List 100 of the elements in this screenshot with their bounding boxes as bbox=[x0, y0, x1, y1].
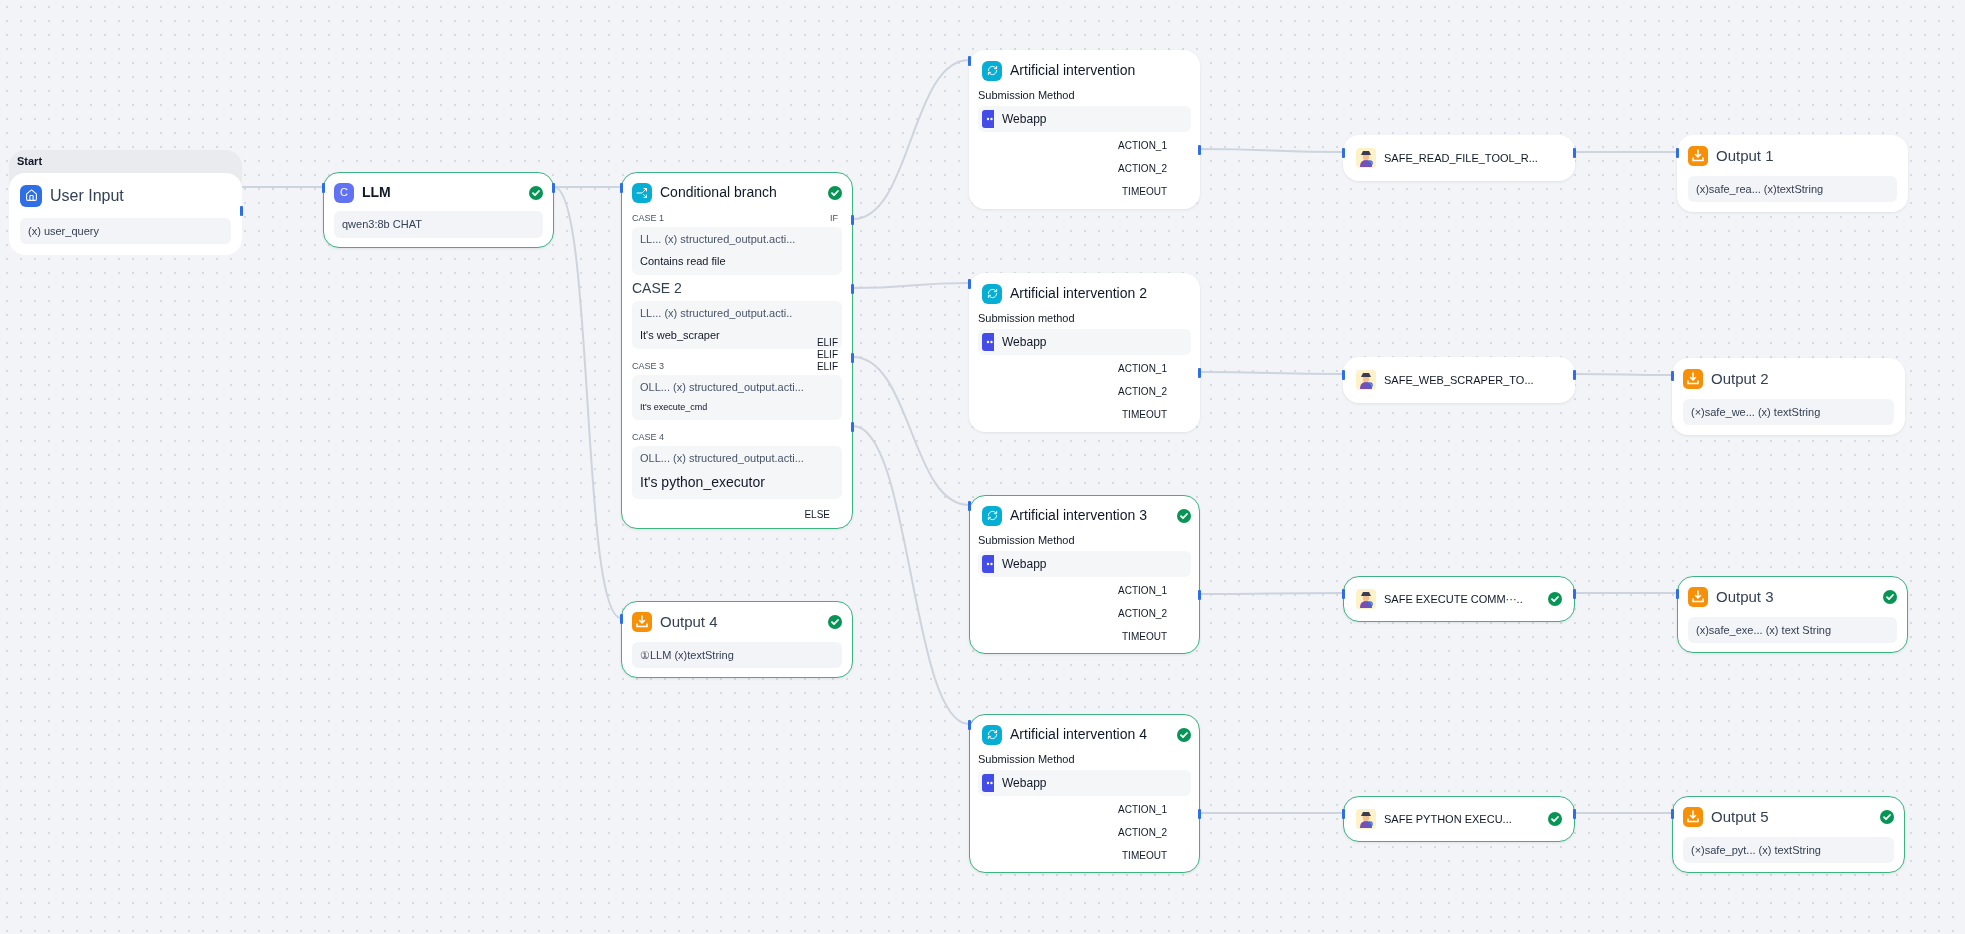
connection-handle[interactable] bbox=[1198, 809, 1201, 819]
connection-handle[interactable] bbox=[1342, 809, 1345, 819]
node-title: Output 4 bbox=[660, 612, 719, 632]
robot-icon bbox=[982, 332, 994, 351]
connection-handle[interactable] bbox=[1198, 368, 1201, 378]
connection-handle[interactable] bbox=[1342, 370, 1345, 380]
output-icon bbox=[1683, 807, 1703, 828]
workflow-node[interactable]: User Input (x) user_query bbox=[9, 172, 242, 255]
branch-label: ELIF bbox=[816, 349, 838, 361]
method-label: Submission Method bbox=[978, 533, 1076, 548]
case-label: CASE 3 bbox=[632, 359, 664, 373]
action-label: ACTION_2 bbox=[1118, 825, 1167, 840]
connection-handle[interactable] bbox=[851, 284, 854, 294]
connection-handle[interactable] bbox=[322, 183, 325, 193]
connection-handle[interactable] bbox=[851, 215, 854, 225]
connection-handle[interactable] bbox=[620, 614, 623, 624]
workflow-node[interactable]: Output 3 (x)safe_exe... (x) text String bbox=[1677, 576, 1908, 653]
workflow-node[interactable]: SAFE_READ_FILE_TOOL_R... bbox=[1343, 135, 1575, 181]
method-label: Submission method bbox=[978, 311, 1076, 326]
check-icon bbox=[1177, 727, 1191, 742]
node-title: Output 5 bbox=[1711, 807, 1770, 827]
connection-handle[interactable] bbox=[240, 205, 243, 216]
robot-icon bbox=[982, 554, 994, 573]
connection-handle[interactable] bbox=[1573, 148, 1576, 158]
workflow-node[interactable]: Output 1 (x)safe_rea... (x)textString bbox=[1677, 135, 1908, 212]
workflow-node[interactable]: C LLM qwen3:8b CHAT bbox=[323, 172, 554, 248]
workflow-node[interactable]: Output 5 (×)safe_pyt... (x) textString bbox=[1672, 796, 1905, 873]
check-icon bbox=[1177, 508, 1191, 523]
node-title: Output 2 bbox=[1711, 369, 1770, 389]
workflow-node[interactable]: SAFE PYTHON EXECU... bbox=[1343, 796, 1575, 842]
check-icon bbox=[1883, 590, 1897, 605]
condition-value: Contains read file bbox=[640, 253, 726, 269]
connection-handle[interactable] bbox=[1573, 809, 1576, 819]
node-title: Conditional branch bbox=[660, 183, 778, 202]
condition-variable: LL... (x) structured_output.acti.. bbox=[640, 306, 793, 321]
node-title: SAFE_READ_FILE_TOOL_R... bbox=[1384, 150, 1539, 166]
workflow-node[interactable]: SAFE EXECUTE COMM···.. bbox=[1343, 576, 1575, 622]
robot-icon bbox=[982, 109, 994, 128]
workflow-node[interactable]: Artificial intervention Submission Method Webapp ACTION_1 ACTION_2 TIMEOUT bbox=[969, 50, 1200, 209]
workflow-node[interactable]: Output 4 ①LLM (x)textString bbox=[621, 601, 853, 678]
connection-handle[interactable] bbox=[620, 183, 623, 193]
connection-handle[interactable] bbox=[968, 720, 971, 730]
workflow-node[interactable]: Output 2 (×)safe_we... (x) textString bbox=[1672, 358, 1905, 435]
check-icon bbox=[1548, 812, 1562, 826]
agent-icon bbox=[1356, 589, 1376, 609]
connection-handle[interactable] bbox=[1198, 145, 1201, 155]
node-title: User Input bbox=[50, 185, 124, 206]
method-value: Webapp bbox=[1002, 774, 1047, 792]
branch-label: IF bbox=[830, 211, 839, 225]
node-title: SAFE_WEB_SCRAPER_TO... bbox=[1384, 372, 1535, 388]
variable-field: qwen3:8b CHAT bbox=[334, 211, 543, 238]
workflow-node[interactable]: Artificial intervention 2 Submission method Webapp ACTION_1 ACTION_2 TIMEOUT bbox=[969, 273, 1200, 432]
connection-handle[interactable] bbox=[851, 353, 854, 363]
workflow-node[interactable]: Artificial intervention 3 Submission Method Webapp ACTION_1 ACTION_2 TIMEOUT bbox=[969, 495, 1200, 654]
home-icon bbox=[20, 184, 42, 207]
action-label: ACTION_1 bbox=[1118, 138, 1167, 153]
connection-handle[interactable] bbox=[968, 56, 971, 66]
connection-handle[interactable] bbox=[1573, 370, 1576, 380]
connection-handle[interactable] bbox=[1676, 589, 1679, 599]
branch-icon bbox=[632, 182, 652, 203]
connection-handle[interactable] bbox=[968, 279, 971, 289]
case-label: CASE 2 bbox=[632, 279, 682, 298]
workflow-node[interactable] bbox=[621, 172, 853, 529]
connection-handle[interactable] bbox=[1342, 148, 1345, 158]
agent-icon bbox=[1356, 809, 1376, 829]
connection-handle[interactable] bbox=[1573, 589, 1576, 599]
connection-handle[interactable] bbox=[552, 183, 555, 193]
method-value: Webapp bbox=[1002, 555, 1047, 573]
node-title: Output 3 bbox=[1716, 587, 1775, 607]
connection-handle[interactable] bbox=[851, 422, 854, 432]
variable-field: (x)safe_rea... (x)textString bbox=[1688, 175, 1897, 202]
condition-variable: LL... (x) structured_output.acti... bbox=[640, 232, 796, 247]
condition-value: It's execute_cmd bbox=[640, 400, 708, 414]
workflow-node[interactable]: Artificial intervention 4 Submission Method Webapp ACTION_1 ACTION_2 TIMEOUT bbox=[969, 714, 1200, 873]
action-label: TIMEOUT bbox=[1122, 407, 1167, 422]
variable-field: ①LLM (x)textString bbox=[632, 641, 842, 668]
condition-value: It's python_executor bbox=[640, 472, 765, 492]
connection-handle[interactable] bbox=[1198, 590, 1201, 600]
connection-handle[interactable] bbox=[1676, 148, 1679, 158]
connection-handle[interactable] bbox=[968, 501, 971, 511]
check-icon bbox=[1548, 592, 1562, 606]
method-value: Webapp bbox=[1002, 333, 1047, 351]
check-icon bbox=[828, 185, 842, 200]
branch-label: ELSE bbox=[804, 507, 831, 522]
workflow-node[interactable]: SAFE_WEB_SCRAPER_TO... bbox=[1343, 357, 1575, 403]
action-label: ACTION_1 bbox=[1118, 361, 1167, 376]
connection-handle[interactable] bbox=[1342, 589, 1345, 599]
robot-icon bbox=[982, 773, 994, 792]
variable-field: (×)safe_we... (x) textString bbox=[1683, 398, 1894, 425]
output-icon bbox=[1683, 369, 1703, 390]
node-title: Output 1 bbox=[1716, 146, 1775, 166]
agent-icon bbox=[1356, 148, 1376, 168]
connection-handle[interactable] bbox=[1671, 371, 1674, 381]
method-label: Submission Method bbox=[978, 752, 1076, 767]
condition-value: It's web_scraper bbox=[640, 327, 720, 343]
case-label: CASE 4 bbox=[632, 430, 664, 444]
action-label: TIMEOUT bbox=[1122, 629, 1167, 644]
connection-handle[interactable] bbox=[1671, 809, 1674, 819]
output-icon bbox=[1688, 587, 1708, 608]
refresh-icon bbox=[982, 60, 1002, 81]
